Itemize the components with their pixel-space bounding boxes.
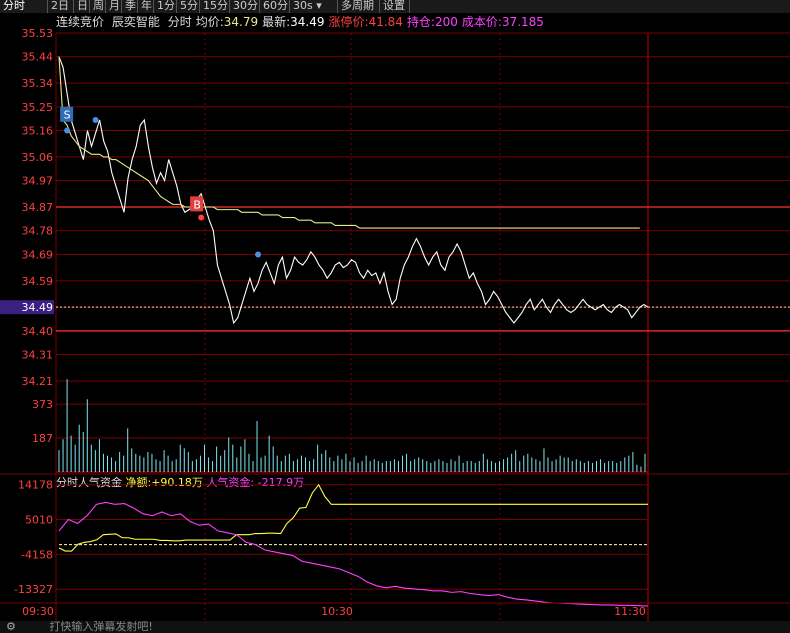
- price-tick-label: 35.25: [22, 101, 54, 114]
- price-tick-label: 35.44: [22, 51, 54, 64]
- time-label: 10:30: [321, 605, 353, 618]
- price-tick-label: 34.59: [22, 275, 54, 288]
- price-tick-label: 34.78: [22, 225, 54, 238]
- price-tick-label: 35.06: [22, 151, 54, 164]
- price-tick-label: 35.53: [22, 27, 54, 40]
- settings-icon[interactable]: ⚙: [6, 621, 16, 633]
- price-tick-label: 34.21: [22, 375, 54, 388]
- trade-dot: [198, 214, 205, 221]
- price-tick-label: 34.87: [22, 201, 54, 214]
- flow-tick-label: -4158: [21, 548, 53, 561]
- price-tick-label: 34.69: [22, 248, 54, 261]
- volume-tick-label: 187: [32, 432, 53, 445]
- net-flow-line: [58, 483, 649, 552]
- danmaku-bar[interactable]: ⚙ 打快输入弹幕发射吧!: [0, 621, 790, 633]
- price-tick-label: 34.97: [22, 175, 54, 188]
- volume-tick-label: 373: [32, 398, 53, 411]
- intraday-chart: 35.53 35.44 35.34 35.25 35.16 35.06 34.97 34.87…: [0, 27, 790, 621]
- price-tick-label: 34.40: [22, 325, 54, 338]
- price-tick-label: 34.31: [22, 349, 54, 362]
- danmaku-input[interactable]: 打快输入弹幕发射吧!: [49, 621, 152, 633]
- time-label: 09:30: [22, 605, 54, 618]
- buy-marker-label: B: [193, 198, 201, 211]
- flow-tick-label: 14178: [18, 479, 53, 492]
- flow-tick-label: 5010: [25, 513, 53, 526]
- current-price-tag: 34.49: [22, 301, 54, 314]
- avg-price-line: [58, 56, 640, 229]
- price-tick-label: 35.34: [22, 77, 54, 90]
- time-label: 11:30: [614, 605, 646, 618]
- flow-tick-label: -13327: [14, 583, 53, 596]
- sell-marker-label: S: [64, 109, 71, 122]
- trade-dot: [92, 117, 99, 123]
- trade-dot: [255, 251, 262, 258]
- price-tick-label: 35.16: [22, 125, 54, 138]
- flow-panel-header: 分时人气资金 净额:+90.18万 人气资金: -217.9万: [56, 475, 304, 489]
- price-line: [58, 56, 649, 325]
- trade-dot: [64, 127, 71, 134]
